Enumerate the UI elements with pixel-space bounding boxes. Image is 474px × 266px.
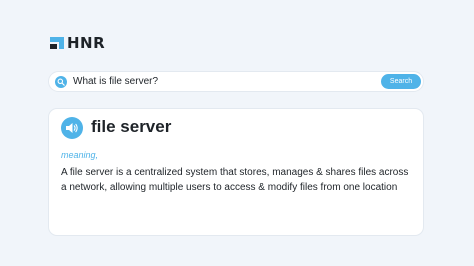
search-bar[interactable]: Search [48, 71, 424, 92]
definition-card: file server meaning, A file server is a … [48, 108, 424, 236]
hnr-logo-mark-icon [50, 37, 64, 49]
definition-text: A file server is a centralized system th… [61, 167, 409, 193]
term-title: file server [91, 117, 172, 136]
search-button[interactable]: Search [381, 74, 421, 89]
logo-text: HNR [67, 34, 106, 52]
meaning-label: meaning, [61, 150, 99, 160]
search-input[interactable] [73, 72, 373, 91]
search-icon [55, 76, 67, 88]
hnr-logo: HNR [50, 35, 105, 51]
speaker-icon[interactable] [61, 117, 83, 139]
